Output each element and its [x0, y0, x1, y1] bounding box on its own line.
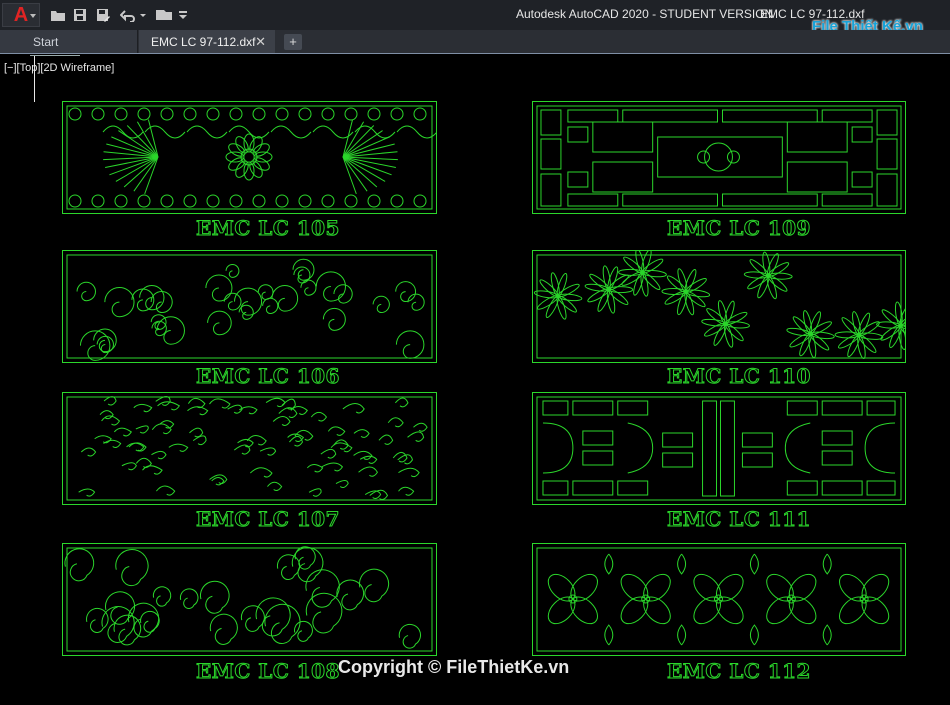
- tab-start[interactable]: Start: [0, 30, 138, 54]
- undo-icon[interactable]: [120, 6, 136, 24]
- tab-file-label: EMC LC 97-112.dxf: [151, 35, 256, 49]
- close-icon[interactable]: ✕: [255, 30, 266, 54]
- title-bar: A Autodesk AutoCAD 2020 - STUDENT VERSIO…: [0, 0, 950, 35]
- drawing-panel[interactable]: [532, 101, 906, 214]
- open-icon[interactable]: [50, 6, 66, 24]
- document-tab-bar: Start EMC LC 97-112.dxf ✕ +: [0, 30, 950, 54]
- crosshair-cursor: [34, 56, 35, 102]
- drawing-panel[interactable]: [62, 543, 437, 656]
- application-menu-button[interactable]: A: [2, 3, 40, 27]
- pattern-lattice: [536, 105, 902, 210]
- pattern-flowers: [533, 251, 905, 360]
- pattern-ornament: [66, 105, 436, 210]
- drawing-panel[interactable]: [62, 392, 437, 505]
- drawing-label: EMC LC 106: [196, 364, 340, 389]
- drawing-panel[interactable]: [62, 250, 437, 363]
- save-as-icon[interactable]: [96, 6, 110, 24]
- new-tab-button[interactable]: +: [284, 34, 302, 50]
- tab-file[interactable]: EMC LC 97-112.dxf ✕: [139, 30, 275, 54]
- window-title: Autodesk AutoCAD 2020 - STUDENT VERSION: [516, 7, 774, 21]
- drawing-panel[interactable]: [62, 101, 437, 214]
- crosshair-cursor-horizontal: [30, 55, 80, 56]
- drawing-label: EMC LC 105: [196, 216, 340, 241]
- customize-toolbar-icon[interactable]: [178, 6, 188, 24]
- pattern-clouds: [66, 254, 433, 361]
- drawing-label: EMC LC 110: [667, 364, 811, 389]
- pattern-swirls: [64, 546, 433, 652]
- drawing-label: EMC LC 112: [667, 659, 811, 684]
- viewport-controls[interactable]: [−][Top][2D Wireframe]: [4, 62, 114, 74]
- drawing-label: EMC LC 111: [667, 507, 811, 532]
- watermark-copyright: Copyright © FileThietKe.vn: [338, 657, 570, 677]
- undo-dropdown-icon[interactable]: [140, 6, 146, 24]
- pattern-dense: [66, 395, 433, 501]
- drawing-panel[interactable]: [532, 250, 906, 363]
- drawing-label: EMC LC 108: [196, 659, 340, 684]
- drawing-label: EMC LC 109: [667, 216, 811, 241]
- drawing-panel[interactable]: [532, 543, 906, 656]
- chevron-down-icon: [30, 14, 36, 18]
- save-icon[interactable]: [73, 6, 87, 24]
- plot-icon[interactable]: [155, 6, 173, 24]
- pattern-lattice2: [536, 396, 902, 501]
- autocad-logo-icon: A: [13, 4, 29, 26]
- drawing-label: EMC LC 107: [196, 507, 340, 532]
- pattern-petals: [536, 547, 902, 652]
- drawing-panel[interactable]: [532, 392, 906, 505]
